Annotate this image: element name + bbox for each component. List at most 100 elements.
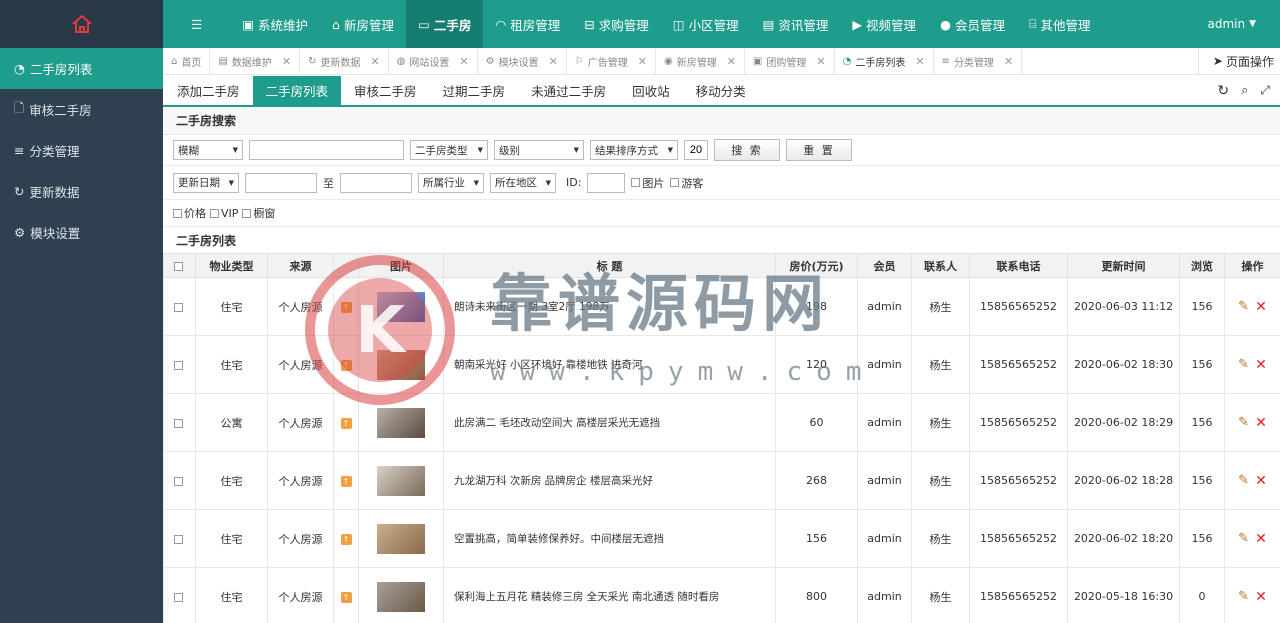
- row-select[interactable]: [163, 277, 196, 336]
- row-select[interactable]: [163, 393, 196, 452]
- cell-member[interactable]: admin: [857, 567, 912, 623]
- option-guest[interactable]: 游客: [670, 175, 703, 191]
- house-thumbnail[interactable]: [377, 465, 425, 496]
- search-icon[interactable]: ⌕: [1241, 83, 1248, 99]
- tab-data[interactable]: ▤ 数据维护 ✕: [210, 48, 301, 75]
- close-icon[interactable]: ✕: [638, 55, 647, 68]
- area-select[interactable]: 所在地区 ▼: [490, 172, 556, 193]
- topnav-member[interactable]: ● 会员管理: [928, 0, 1017, 48]
- delete-icon[interactable]: ✕: [1255, 415, 1267, 431]
- tab-group[interactable]: ▣ 团购管理 ✕: [745, 48, 835, 75]
- close-icon[interactable]: ✕: [370, 55, 379, 68]
- refresh-icon[interactable]: ↻: [1217, 83, 1229, 99]
- topnav-other[interactable]: ⌸ 其他管理: [1017, 0, 1103, 48]
- subtab-expired[interactable]: 过期二手房: [430, 76, 519, 105]
- pagesize-input[interactable]: [684, 140, 708, 160]
- cell-member[interactable]: admin: [857, 277, 912, 336]
- edit-icon[interactable]: ✎: [1238, 473, 1249, 488]
- house-thumbnail[interactable]: [377, 581, 425, 612]
- topnav-wanted[interactable]: ⊟ 求购管理: [572, 0, 661, 48]
- close-icon[interactable]: ✕: [459, 55, 468, 68]
- close-icon[interactable]: ✕: [549, 55, 558, 68]
- cell-member[interactable]: admin: [857, 335, 912, 394]
- keyword-input[interactable]: [249, 140, 404, 160]
- delete-icon[interactable]: ✕: [1255, 473, 1267, 489]
- topnav-rent[interactable]: ◠ 租房管理: [483, 0, 572, 48]
- checkbox[interactable]: [174, 476, 183, 486]
- edit-icon[interactable]: ✎: [1238, 589, 1249, 604]
- checkbox[interactable]: [174, 302, 183, 312]
- topnav-video[interactable]: ▶ 视频管理: [840, 0, 928, 48]
- cell-title[interactable]: 朝南采光好 小区环境好 靠楼地铁 进奇河: [443, 335, 776, 394]
- row-select[interactable]: [163, 451, 196, 510]
- house-thumbnail[interactable]: [377, 523, 425, 554]
- date-from-input[interactable]: [245, 172, 317, 193]
- checkbox[interactable]: [174, 418, 183, 428]
- option-window[interactable]: 橱窗: [242, 205, 275, 221]
- cell-title[interactable]: 九龙湖万科 次新房 品牌房企 楼层高采光好: [443, 451, 776, 510]
- option-price[interactable]: 价格: [173, 205, 206, 221]
- sort-select[interactable]: 结果排序方式 ▼: [590, 140, 678, 160]
- house-thumbnail[interactable]: [377, 407, 425, 438]
- level-select[interactable]: 级别 ▼: [494, 140, 584, 160]
- search-button[interactable]: 搜 索: [714, 139, 780, 161]
- topnav-system[interactable]: ▣ 系统维护: [230, 0, 320, 48]
- home-logo[interactable]: [0, 0, 163, 48]
- checkbox[interactable]: [174, 261, 183, 271]
- close-icon[interactable]: ✕: [915, 55, 924, 68]
- row-select[interactable]: [163, 567, 196, 623]
- checkbox[interactable]: [670, 178, 680, 187]
- subtab-audit[interactable]: 审核二手房: [341, 76, 430, 105]
- subtab-rejected[interactable]: 未通过二手房: [518, 76, 619, 105]
- reset-button[interactable]: 重 置: [786, 139, 852, 161]
- edit-icon[interactable]: ✎: [1238, 357, 1249, 372]
- edit-icon[interactable]: ✎: [1238, 415, 1249, 430]
- user-menu[interactable]: admin ▼: [1207, 17, 1280, 31]
- row-select[interactable]: [163, 335, 196, 394]
- checkbox[interactable]: [631, 178, 641, 187]
- sidebar-item-category[interactable]: ≡ 分类管理: [0, 130, 163, 171]
- fullscreen-icon[interactable]: ⤢: [1260, 83, 1270, 99]
- checkbox[interactable]: [174, 592, 183, 602]
- date-to-input[interactable]: [340, 172, 412, 193]
- checkbox[interactable]: [174, 534, 183, 544]
- house-thumbnail[interactable]: [377, 349, 425, 380]
- topnav-newhouse[interactable]: ⌂ 新房管理: [320, 0, 406, 48]
- sidebar-item-audit[interactable]: 🗋 审核二手房: [0, 89, 163, 130]
- topnav-news[interactable]: ▤ 资讯管理: [751, 0, 841, 48]
- checkbox[interactable]: [242, 208, 252, 218]
- cell-title[interactable]: 朗诗未来街区一期 3室2厅 198万: [443, 277, 776, 336]
- close-icon[interactable]: ✕: [1004, 55, 1013, 68]
- delete-icon[interactable]: ✕: [1255, 531, 1267, 547]
- subtab-recycle[interactable]: 回收站: [619, 76, 683, 105]
- close-icon[interactable]: ✕: [727, 55, 736, 68]
- subtab-list[interactable]: 二手房列表: [252, 76, 342, 105]
- option-picture[interactable]: 图片: [631, 175, 664, 191]
- subtab-move[interactable]: 移动分类: [683, 76, 759, 105]
- cell-title[interactable]: 保利海上五月花 精装修三房 全天采光 南北通透 随时看房: [443, 567, 776, 623]
- type-select[interactable]: 二手房类型 ▼: [410, 140, 488, 160]
- cell-title[interactable]: 空置挑高，简单装修保养好。中间楼层无遮挡: [443, 509, 776, 568]
- delete-icon[interactable]: ✕: [1255, 357, 1267, 373]
- sidebar-item-module[interactable]: ⚙ 模块设置: [0, 212, 163, 253]
- id-input[interactable]: [587, 172, 626, 193]
- tab-newhouse[interactable]: ◉ 新房管理 ✕: [656, 48, 745, 75]
- close-icon[interactable]: ✕: [816, 55, 825, 68]
- select-all[interactable]: [163, 253, 196, 278]
- cell-member[interactable]: admin: [857, 393, 912, 452]
- tab-update[interactable]: ↻ 更新数据 ✕: [300, 48, 389, 75]
- edit-icon[interactable]: ✎: [1238, 299, 1249, 314]
- edit-icon[interactable]: ✎: [1238, 531, 1249, 546]
- delete-icon[interactable]: ✕: [1255, 299, 1267, 315]
- cell-member[interactable]: admin: [857, 509, 912, 568]
- date-field-select[interactable]: 更新日期 ▼: [173, 172, 239, 193]
- tab-house-list[interactable]: ◔ 二手房列表 ✕: [835, 48, 934, 75]
- match-mode-select[interactable]: 模糊 ▼: [173, 140, 243, 160]
- cell-title[interactable]: 此房满二 毛坯改动空间大 高楼层采光无遮挡: [443, 393, 776, 452]
- industry-select[interactable]: 所属行业 ▼: [418, 172, 484, 193]
- tab-site[interactable]: ◍ 网站设置 ✕: [389, 48, 478, 75]
- page-operations[interactable]: ➤ 页面操作: [1197, 48, 1280, 74]
- topnav-community[interactable]: ◫ 小区管理: [661, 0, 751, 48]
- row-select[interactable]: [163, 509, 196, 568]
- subtab-add[interactable]: 添加二手房: [164, 76, 253, 105]
